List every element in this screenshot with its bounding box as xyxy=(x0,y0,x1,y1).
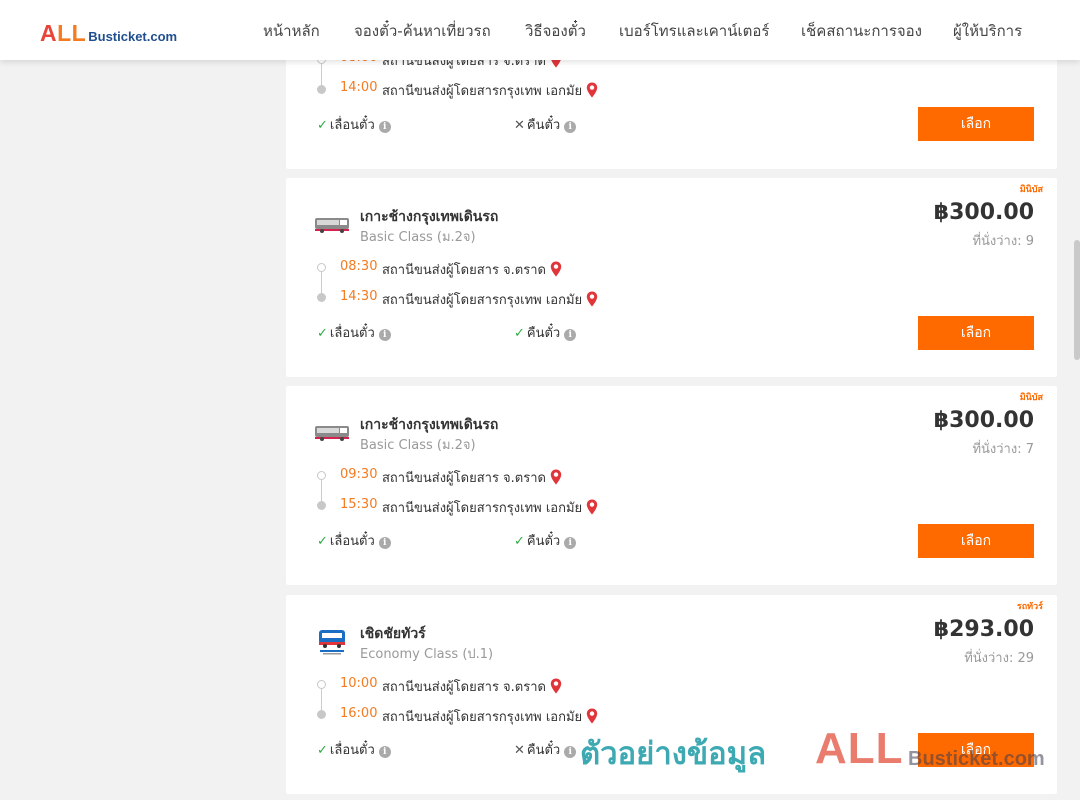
depart-station: สถานีขนส่งผู้โดยสาร จ.ตราด xyxy=(382,259,562,280)
arrive-dot xyxy=(317,710,326,719)
pin-icon[interactable] xyxy=(550,469,562,485)
arrive-station: สถานีขนส่งผู้โดยสารกรุงเทพ เอกมัย xyxy=(382,289,598,310)
info-icon[interactable]: i xyxy=(378,537,391,549)
seats-available: ที่นั่งว่าง: 29 xyxy=(964,651,1034,666)
refund-option: ✕ คืนตั๋ว i xyxy=(514,114,577,135)
operator-name: เชิดชัยทัวร์ xyxy=(360,626,426,642)
select-button[interactable]: เลือก xyxy=(918,107,1034,141)
trip-card: มินิบัส เกาะช้างกรุงเทพเดินรถ Basic Clas… xyxy=(286,386,1057,585)
depart-dot xyxy=(317,263,326,272)
refund-option: ✓ คืนตั๋ว i xyxy=(514,530,577,551)
info-icon[interactable]: i xyxy=(564,121,577,133)
depart-dot xyxy=(317,471,326,480)
vehicle-type-badge: มินิบัส xyxy=(1019,185,1043,195)
watermark-sample-text: ตัวอย่างข้อมูล xyxy=(580,736,767,772)
reschedule-option: ✓ เลื่อนตั๋ว i xyxy=(317,530,391,551)
arrive-time: 15:30 xyxy=(340,497,378,512)
reschedule-option: ✓ เลื่อนตั๋ว i xyxy=(317,114,391,135)
bus-class: Basic Class (ม.2จ) xyxy=(360,438,476,453)
nav-check-status[interactable]: เช็คสถานะการจอง xyxy=(801,19,922,43)
nav-phone-counter[interactable]: เบอร์โทรและเคาน์เตอร์ xyxy=(619,19,769,43)
refund-option: ✓ คืนตั๋ว i xyxy=(514,322,577,343)
main-nav: หน้าหลัก จองตั๋ว-ค้นหาเที่ยวรถ วิธีจองตั… xyxy=(0,19,1080,41)
arrive-time: 14:00 xyxy=(340,80,378,95)
trip-card: มินิบัส เกาะช้างกรุงเทพเดินรถ Basic Clas… xyxy=(286,178,1057,377)
operator-logo xyxy=(315,218,349,233)
operator-name: เกาะช้างกรุงเทพเดินรถ xyxy=(360,209,499,225)
depart-time: 09:30 xyxy=(340,467,378,482)
fare-price: ฿300.00 xyxy=(933,200,1034,225)
check-icon: ✓ xyxy=(317,743,328,758)
pin-icon[interactable] xyxy=(586,708,598,724)
info-icon[interactable]: i xyxy=(564,746,577,758)
operator-logo xyxy=(315,426,349,441)
nav-book-search[interactable]: จองตั๋ว-ค้นหาเที่ยวรถ xyxy=(354,19,491,43)
seats-available: ที่นั่งว่าง: 9 xyxy=(972,234,1034,249)
pin-icon[interactable] xyxy=(550,678,562,694)
depart-station: สถานีขนส่งผู้โดยสาร จ.ตราด xyxy=(382,676,562,697)
operator-logo xyxy=(319,630,345,655)
depart-dot xyxy=(317,680,326,689)
select-button[interactable]: เลือก xyxy=(918,524,1034,558)
info-icon[interactable]: i xyxy=(564,537,577,549)
check-icon: ✓ xyxy=(317,326,328,341)
check-icon: ✓ xyxy=(514,326,525,341)
fare-price: ฿300.00 xyxy=(933,408,1034,433)
scrollbar-thumb[interactable] xyxy=(1074,240,1080,360)
info-icon[interactable]: i xyxy=(564,329,577,341)
check-icon: ✓ xyxy=(317,118,328,133)
pin-icon[interactable] xyxy=(550,261,562,277)
scrollbar-track[interactable] xyxy=(1074,60,1080,800)
arrive-station: สถานีขนส่งผู้โดยสารกรุงเทพ เอกมัย xyxy=(382,706,598,727)
check-icon: ✓ xyxy=(317,534,328,549)
seats-available: ที่นั่งว่าง: 7 xyxy=(972,442,1034,457)
nav-home[interactable]: หน้าหลัก xyxy=(263,19,320,43)
site-header: ALL Busticket.com หน้าหลัก จองตั๋ว-ค้นหา… xyxy=(0,0,1080,60)
arrive-dot xyxy=(317,85,326,94)
info-icon[interactable]: i xyxy=(378,329,391,341)
arrive-dot xyxy=(317,501,326,510)
watermark-logo-busticket: Busticket.com xyxy=(908,748,1045,770)
depart-time: 10:00 xyxy=(340,676,378,691)
depart-station: สถานีขนส่งผู้โดยสาร จ.ตราด xyxy=(382,467,562,488)
arrive-time: 16:00 xyxy=(340,706,378,721)
info-icon[interactable]: i xyxy=(378,746,391,758)
nav-how-to-book[interactable]: วิธีจองตั๋ว xyxy=(525,19,586,43)
arrive-time: 14:30 xyxy=(340,289,378,304)
check-icon: ✓ xyxy=(514,534,525,549)
arrive-station: สถานีขนส่งผู้โดยสารกรุงเทพ เอกมัย xyxy=(382,80,598,101)
refund-option: ✕ คืนตั๋ว i xyxy=(514,739,577,760)
bus-class: Basic Class (ม.2จ) xyxy=(360,230,476,245)
operator-name: เกาะช้างกรุงเทพเดินรถ xyxy=(360,417,499,433)
cross-icon: ✕ xyxy=(514,743,525,758)
nav-operators[interactable]: ผู้ให้บริการ xyxy=(953,19,1022,43)
pin-icon[interactable] xyxy=(586,82,598,98)
depart-time: 08:30 xyxy=(340,259,378,274)
pin-icon[interactable] xyxy=(586,499,598,515)
bus-class: Economy Class (ป.1) xyxy=(360,647,494,662)
arrive-station: สถานีขนส่งผู้โดยสารกรุงเทพ เอกมัย xyxy=(382,497,598,518)
fare-price: ฿293.00 xyxy=(933,617,1034,642)
reschedule-option: ✓ เลื่อนตั๋ว i xyxy=(317,739,391,760)
cross-icon: ✕ xyxy=(514,118,525,133)
vehicle-type-badge: รถทัวร์ xyxy=(1016,602,1043,612)
watermark-logo-all: ALL xyxy=(815,724,904,773)
reschedule-option: ✓ เลื่อนตั๋ว i xyxy=(317,322,391,343)
pin-icon[interactable] xyxy=(586,291,598,307)
vehicle-type-badge: มินิบัส xyxy=(1019,393,1043,403)
select-button[interactable]: เลือก xyxy=(918,316,1034,350)
arrive-dot xyxy=(317,293,326,302)
info-icon[interactable]: i xyxy=(378,121,391,133)
